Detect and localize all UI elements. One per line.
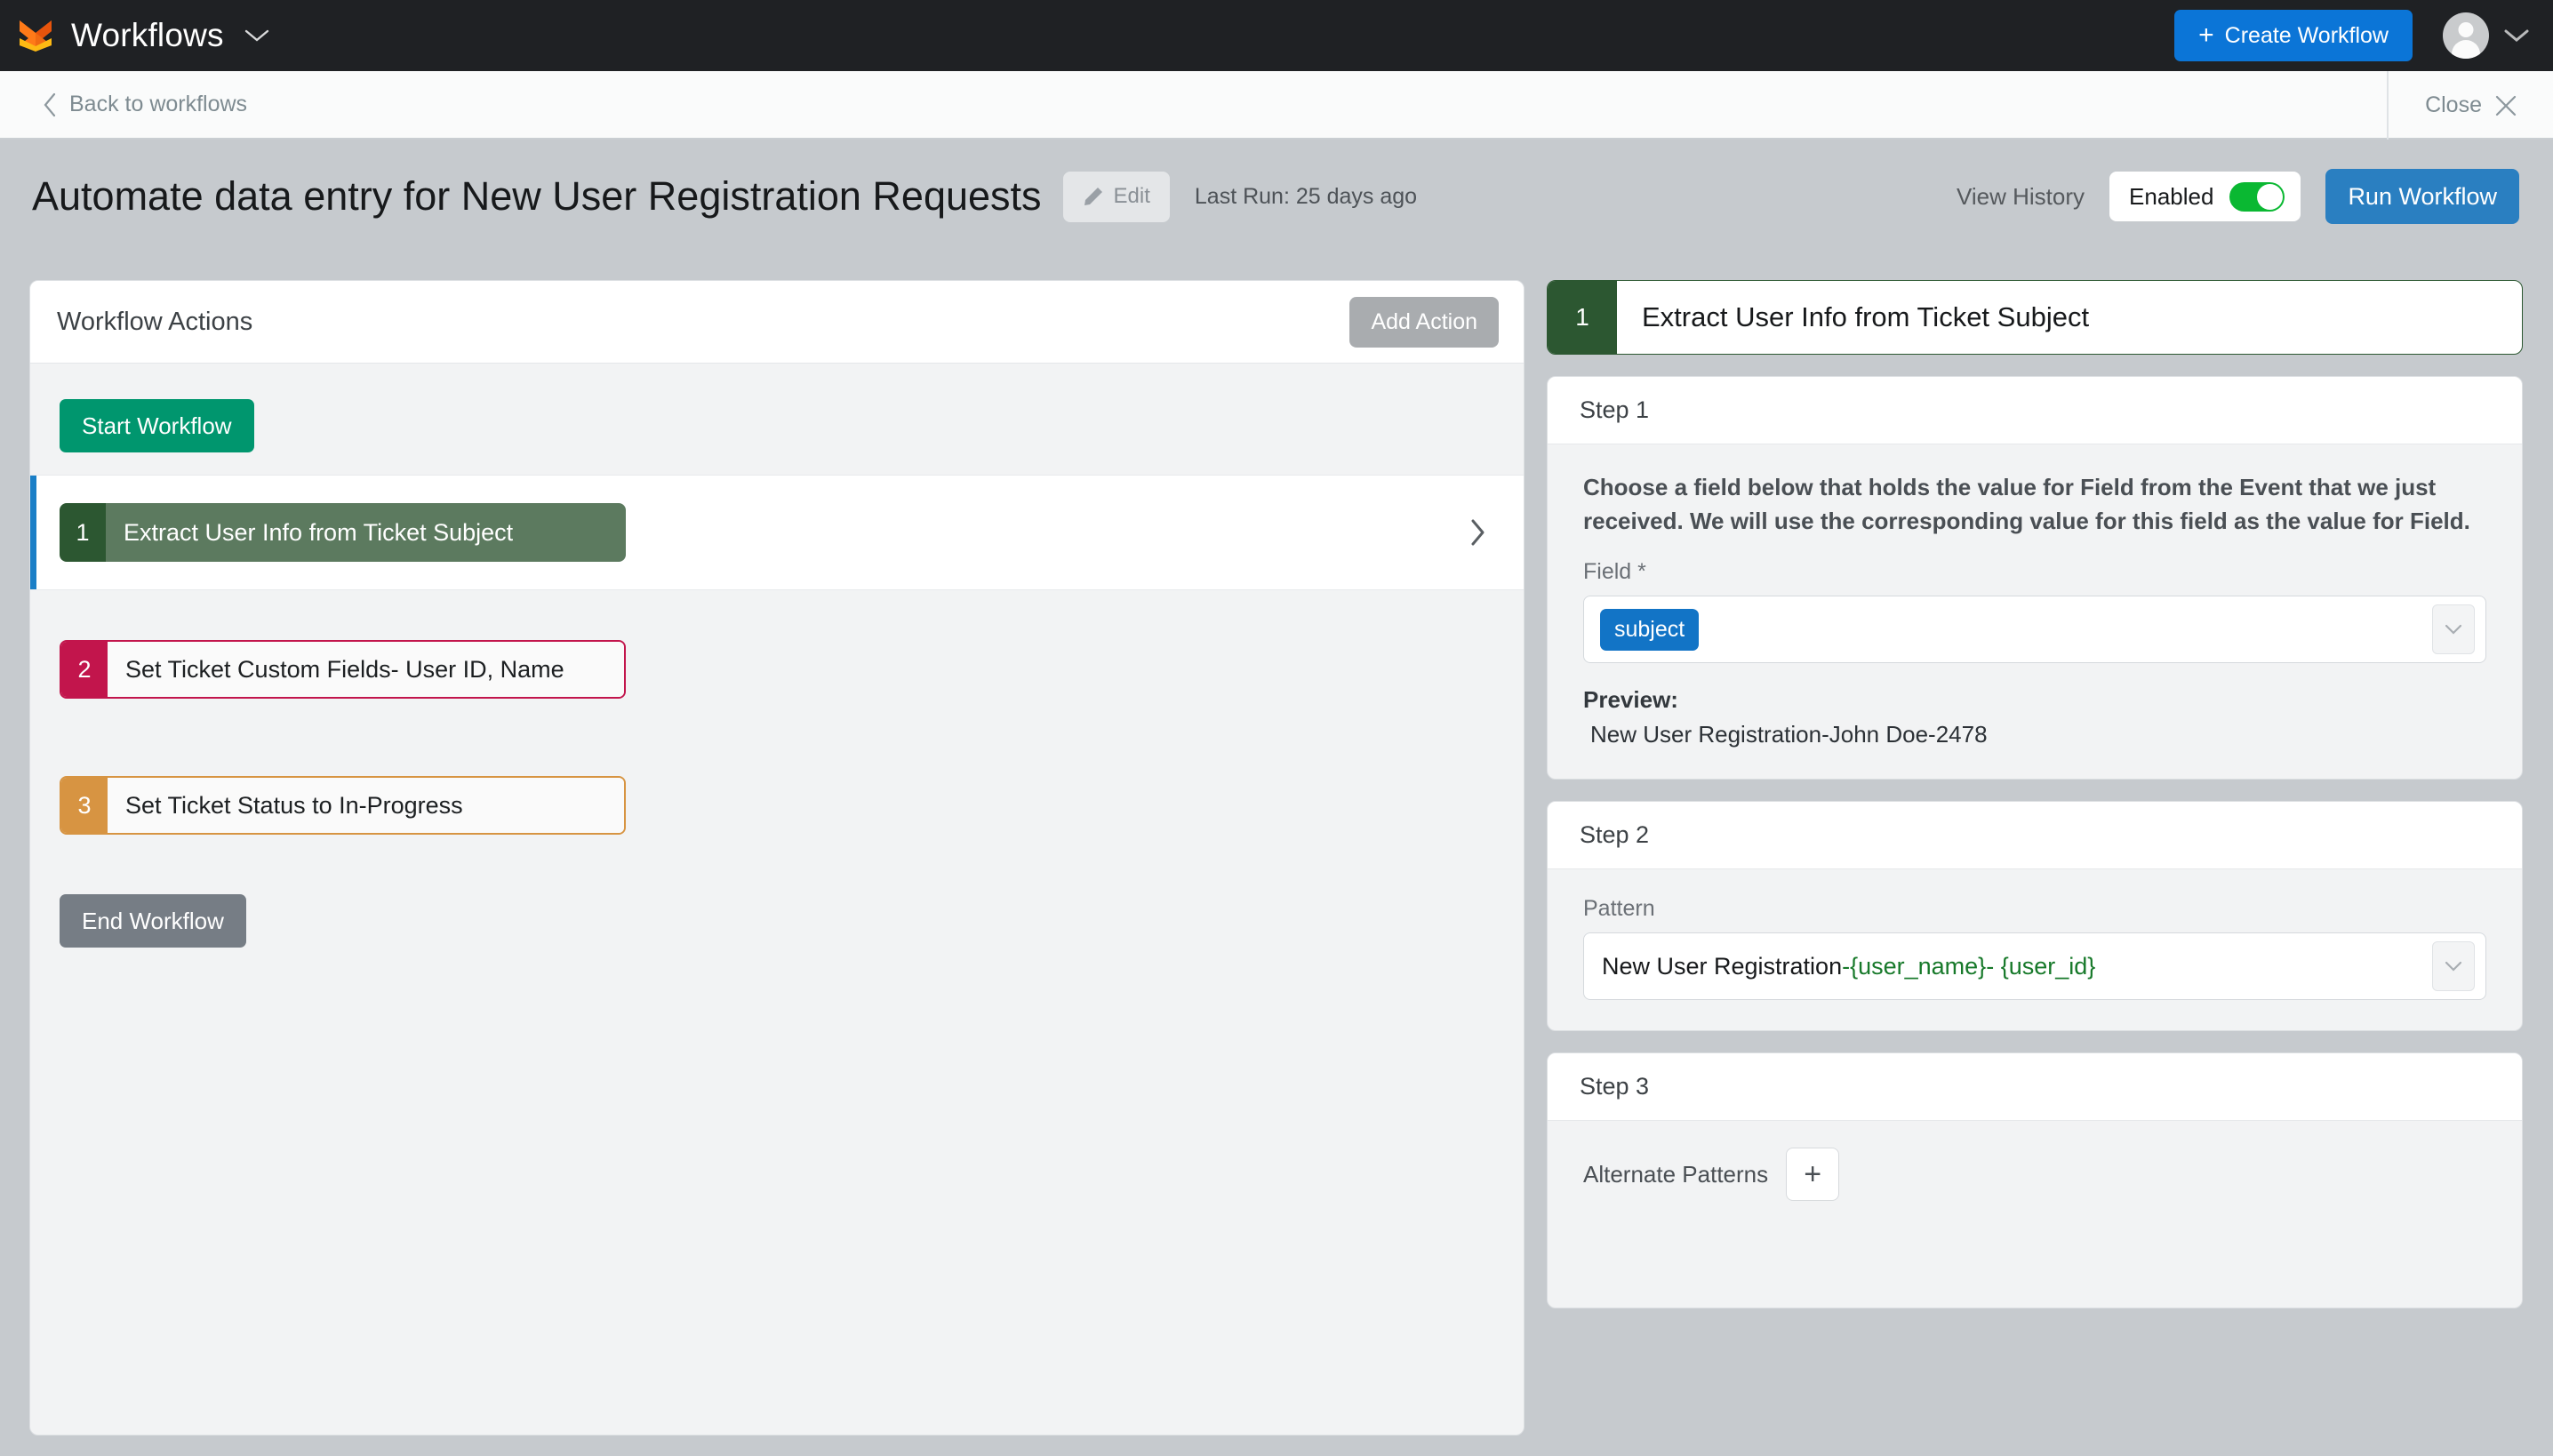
step-1-description: Choose a field below that holds the valu… bbox=[1583, 474, 2470, 534]
create-workflow-button[interactable]: + Create Workflow bbox=[2174, 10, 2413, 61]
back-to-workflows-link[interactable]: Back to workflows bbox=[43, 92, 247, 117]
page-title: Automate data entry for New User Registr… bbox=[32, 173, 1042, 219]
action-label: Set Ticket Status to In-Progress bbox=[108, 778, 624, 833]
pattern-variable-text: -{user_name}- {user_id} bbox=[1842, 952, 2096, 980]
step-3-title: Step 3 bbox=[1548, 1053, 2522, 1122]
action-detail-number: 1 bbox=[1548, 281, 1617, 354]
workflow-action-chip-2[interactable]: 2 Set Ticket Custom Fields- User ID, Nam… bbox=[60, 640, 626, 699]
chevron-down-icon[interactable] bbox=[244, 28, 270, 44]
action-number: 2 bbox=[61, 642, 108, 697]
preview-value: New User Registration-John Doe-2478 bbox=[1590, 721, 1988, 748]
close-label: Close bbox=[2425, 92, 2482, 117]
action-number: 3 bbox=[61, 778, 108, 833]
last-run-text: Last Run: 25 days ago bbox=[1194, 183, 1418, 209]
workflow-action-row[interactable]: 1 Extract User Info from Ticket Subject bbox=[30, 475, 1524, 590]
account-menu[interactable] bbox=[2443, 12, 2530, 59]
step-2-card: Step 2 Pattern New User Registration-{us… bbox=[1547, 801, 2523, 1032]
step-3-card: Step 3 Alternate Patterns + bbox=[1547, 1052, 2523, 1309]
pattern-label: Pattern bbox=[1583, 896, 1655, 922]
step-1-title: Step 1 bbox=[1548, 377, 2522, 444]
step-2-body: Pattern New User Registration-{user_name… bbox=[1548, 869, 2522, 1030]
workflow-action-chip-3[interactable]: 3 Set Ticket Status to In-Progress bbox=[60, 776, 626, 835]
create-workflow-label: Create Workflow bbox=[2224, 22, 2389, 48]
chevron-left-icon bbox=[43, 92, 57, 117]
chevron-right-icon[interactable] bbox=[1469, 518, 1486, 547]
add-alternate-pattern-button[interactable]: + bbox=[1786, 1148, 1840, 1202]
end-workflow-node[interactable]: End Workflow bbox=[60, 894, 246, 948]
workflow-actions-title: Workflow Actions bbox=[57, 307, 253, 336]
chevron-down-icon[interactable] bbox=[2432, 941, 2475, 992]
pattern-static-text: New User Registration bbox=[1602, 952, 1843, 980]
field-select[interactable]: subject bbox=[1583, 596, 2486, 664]
action-label: Extract User Info from Ticket Subject bbox=[106, 503, 626, 562]
action-number: 1 bbox=[60, 503, 106, 562]
edit-label: Edit bbox=[1113, 184, 1150, 208]
chevron-down-icon[interactable] bbox=[2503, 28, 2530, 44]
add-action-button[interactable]: Add Action bbox=[1349, 296, 1499, 348]
pattern-select[interactable]: New User Registration-{user_name}- {user… bbox=[1583, 932, 2486, 1001]
alternate-patterns-label: Alternate Patterns bbox=[1583, 1160, 1769, 1188]
enabled-toggle[interactable]: Enabled bbox=[2109, 172, 2301, 221]
chevron-down-icon[interactable] bbox=[2432, 604, 2475, 655]
topbar-right-controls: + Create Workflow bbox=[2174, 10, 2530, 61]
action-label: Set Ticket Custom Fields- User ID, Name bbox=[108, 642, 624, 697]
workflow-action-chip-1[interactable]: 1 Extract User Info from Ticket Subject bbox=[60, 503, 626, 562]
field-token-subject[interactable]: subject bbox=[1600, 608, 1700, 651]
close-x-icon bbox=[2494, 94, 2517, 117]
fox-logo-icon bbox=[18, 19, 71, 52]
edit-title-button[interactable]: Edit bbox=[1062, 171, 1170, 222]
brand-area[interactable]: Workflows bbox=[18, 17, 270, 54]
workflow-controls: View History Enabled Run Workflow bbox=[1957, 169, 2519, 224]
step-1-body: Choose a field below that holds the valu… bbox=[1548, 444, 2522, 779]
start-workflow-node[interactable]: Start Workflow bbox=[60, 399, 254, 452]
workflow-action-row[interactable]: 2 Set Ticket Custom Fields- User ID, Nam… bbox=[30, 612, 1524, 726]
alternate-patterns-row: Alternate Patterns + bbox=[1583, 1148, 2486, 1202]
step-1-card: Step 1 Choose a field below that holds t… bbox=[1547, 376, 2523, 780]
pattern-value: New User Registration-{user_name}- {user… bbox=[1602, 953, 2095, 980]
field-label: Field * bbox=[1583, 559, 1646, 585]
secondary-toolbar: Back to workflows Close bbox=[0, 71, 2553, 140]
top-navigation-bar: Workflows + Create Workflow bbox=[0, 0, 2553, 71]
toolbar-divider bbox=[2387, 71, 2389, 140]
workflow-actions-panel: Workflow Actions Add Action Start Workfl… bbox=[29, 280, 1525, 1436]
pencil-icon bbox=[1083, 186, 1104, 207]
user-avatar-icon[interactable] bbox=[2443, 12, 2489, 59]
action-detail-title: Extract User Info from Ticket Subject bbox=[1642, 301, 2090, 332]
back-to-workflows-label: Back to workflows bbox=[69, 92, 248, 116]
step-3-body: Alternate Patterns + bbox=[1548, 1121, 2522, 1308]
run-workflow-button[interactable]: Run Workflow bbox=[2325, 169, 2519, 224]
workflow-action-row[interactable]: 3 Set Ticket Status to In-Progress bbox=[30, 748, 1524, 862]
view-history-link[interactable]: View History bbox=[1957, 183, 2085, 211]
workflow-title-row: Automate data entry for New User Registr… bbox=[0, 140, 2553, 253]
enabled-toggle-label: Enabled bbox=[2129, 182, 2214, 210]
close-button[interactable]: Close bbox=[2425, 71, 2517, 140]
workflow-actions-header: Workflow Actions Add Action bbox=[30, 281, 1524, 364]
step-2-title: Step 2 bbox=[1548, 802, 2522, 870]
action-detail-header: 1 Extract User Info from Ticket Subject bbox=[1547, 280, 2523, 355]
preview-label: Preview: bbox=[1583, 686, 1678, 714]
toggle-switch[interactable] bbox=[2229, 181, 2285, 212]
action-detail-panel: 1 Extract User Info from Ticket Subject … bbox=[1547, 280, 2523, 1309]
plus-icon: + bbox=[2198, 20, 2214, 50]
brand-title: Workflows bbox=[71, 17, 224, 53]
